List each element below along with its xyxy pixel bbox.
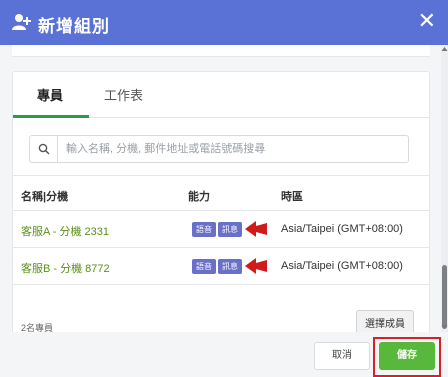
red-arrow-icon: [245, 258, 267, 274]
add-user-icon: [12, 14, 31, 30]
capability-badges: 語音 訊息: [192, 222, 244, 237]
search-input[interactable]: [66, 141, 396, 157]
close-icon[interactable]: ✕: [418, 9, 436, 33]
red-arrow-icon: [245, 221, 267, 237]
tab-agents[interactable]: 專員: [37, 85, 63, 104]
member-count: 2名專員: [21, 323, 54, 332]
message-badge: 訊息: [218, 259, 242, 274]
active-tab-indicator: [13, 115, 89, 118]
cancel-button[interactable]: 取消: [314, 342, 370, 370]
dialog-footer: 取消 儲存: [0, 332, 448, 377]
column-header-name: 名稱|分機: [21, 191, 69, 203]
scroll-down-icon[interactable]: [441, 323, 448, 331]
save-button[interactable]: 儲存: [379, 342, 435, 370]
select-members-button[interactable]: 選擇成員: [356, 310, 414, 332]
agent-name: 客服A - 分機 2331: [21, 226, 110, 238]
search-icon: [38, 143, 50, 155]
message-badge: 訊息: [218, 222, 242, 237]
voice-badge: 語音: [192, 222, 216, 237]
table-header: 名稱|分機 能力 時區: [13, 175, 429, 211]
voice-badge: 語音: [192, 259, 216, 274]
capability-badges: 語音 訊息: [192, 259, 244, 274]
scrollbar[interactable]: [441, 45, 448, 332]
agent-timezone: Asia/Taipei (GMT+08:00): [281, 223, 403, 235]
tab-bar: 專員 工作表: [13, 72, 429, 118]
search-icon-container: [30, 136, 58, 162]
members-card: 專員 工作表 名稱|分機 能力 時區 客服A - 分機 2331 語音訊息: [12, 71, 430, 332]
search-box: [29, 135, 409, 163]
previous-section-card: [12, 45, 430, 57]
scrollbar-thumb[interactable]: [442, 265, 447, 329]
table-row[interactable]: 客服A - 分機 2331 語音 訊息 Asia/Taipei (GMT+08:0…: [13, 211, 429, 248]
table-row[interactable]: 客服B - 分機 8772 語音 訊息 Asia/Taipei (GMT+08:0…: [13, 248, 429, 285]
column-header-capability: 能力: [188, 191, 210, 203]
tab-worksheet[interactable]: 工作表: [104, 85, 143, 104]
agent-timezone: Asia/Taipei (GMT+08:00): [281, 260, 403, 272]
dialog-header: 新增組別 ✕: [0, 0, 448, 45]
dialog-content: 專員 工作表 名稱|分機 能力 時區 客服A - 分機 2331 語音訊息: [0, 45, 448, 332]
column-header-timezone: 時區: [281, 191, 303, 203]
scroll-up-icon[interactable]: [441, 45, 448, 53]
dialog-title: 新增組別: [38, 17, 110, 36]
agent-name: 客服B - 分機 8772: [21, 263, 110, 275]
